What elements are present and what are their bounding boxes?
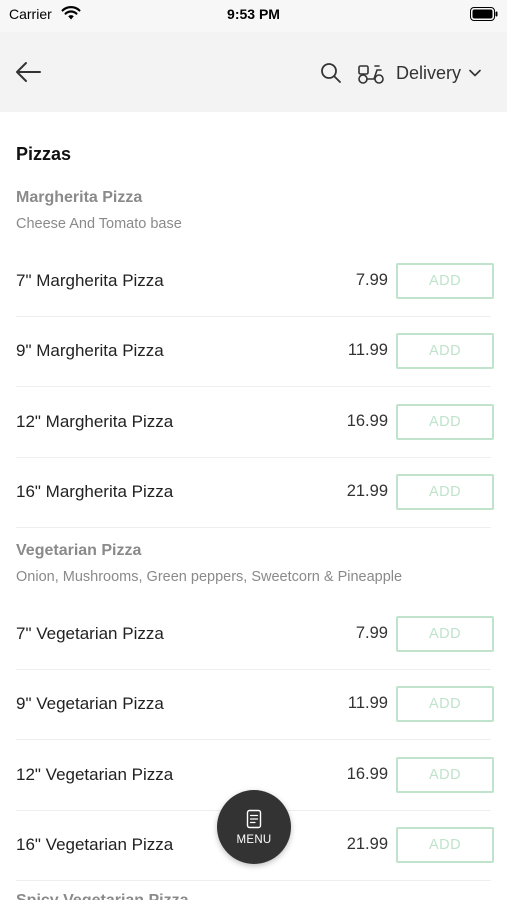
item-price: 7.99 [355,624,388,642]
chevron-down-icon [469,69,481,77]
item-name: 9" Margherita Pizza [16,341,164,360]
search-button[interactable] [316,58,346,88]
add-button[interactable]: ADD [396,686,494,722]
menu-item-row: 12" Margherita Pizza 16.99 ADD [16,388,494,458]
item-price: 21.99 [346,835,388,853]
item-name: 9" Vegetarian Pizza [16,694,164,713]
item-price: 11.99 [347,341,388,359]
back-button[interactable] [10,56,46,88]
menu-list[interactable]: Pizzas Margherita Pizza Cheese And Tomat… [0,112,507,900]
item-name: 12" Vegetarian Pizza [16,765,174,784]
search-icon [321,63,341,83]
item-name: 7" Vegetarian Pizza [16,624,164,643]
item-price: 21.99 [346,482,388,500]
item-price: 7.99 [355,271,388,289]
group-name: Margherita Pizza [16,189,143,206]
add-button[interactable]: ADD [396,333,494,369]
add-button[interactable]: ADD [396,474,494,510]
section-title: Pizzas [16,144,72,164]
scooter-icon [358,65,384,84]
item-price: 11.99 [347,694,388,712]
item-price: 16.99 [346,765,388,783]
battery-icon [470,7,498,26]
group-header: Margherita Pizza Cheese And Tomato base [16,188,496,234]
next-group-name: Spicy Vegetarian Pizza [16,892,189,900]
add-button[interactable]: ADD [396,757,494,793]
delivery-mode-label: Delivery [396,62,462,83]
menu-book-icon [246,809,262,828]
item-name: 16" Vegetarian Pizza [16,835,174,854]
group-header: Vegetarian Pizza Onion, Mushrooms, Green… [16,541,496,587]
menu-button[interactable]: MENU [217,790,291,864]
add-button[interactable]: ADD [396,263,494,299]
group-name: Vegetarian Pizza [16,542,142,559]
item-price: 16.99 [346,412,388,430]
status-bar: Carrier 9:53 PM [0,0,507,32]
menu-item-row: 9" Margherita Pizza 11.99 ADD [16,317,494,387]
group-description: Cheese And Tomato base [16,216,182,232]
menu-item-row: 9" Vegetarian Pizza 11.99 ADD [16,670,494,740]
menu-item-row: 16" Margherita Pizza 21.99 ADD [16,458,494,528]
add-button[interactable]: ADD [396,616,494,652]
delivery-mode-selector[interactable]: Delivery [356,56,481,90]
menu-button-label: MENU [236,833,272,846]
menu-item-row: 7" Margherita Pizza 7.99 ADD [16,247,494,317]
item-name: 16" Margherita Pizza [16,482,174,501]
item-name: 7" Margherita Pizza [16,271,164,290]
clock-label: 9:53 PM [227,6,280,22]
add-button[interactable]: ADD [396,404,494,440]
menu-item-row: 7" Vegetarian Pizza 7.99 ADD [16,600,494,670]
add-button[interactable]: ADD [396,827,494,863]
arrow-left-icon [16,62,41,82]
item-name: 12" Margherita Pizza [16,412,174,431]
top-navigation-bar: Delivery [0,32,507,112]
group-description: Onion, Mushrooms, Green peppers, Sweetco… [16,569,403,585]
